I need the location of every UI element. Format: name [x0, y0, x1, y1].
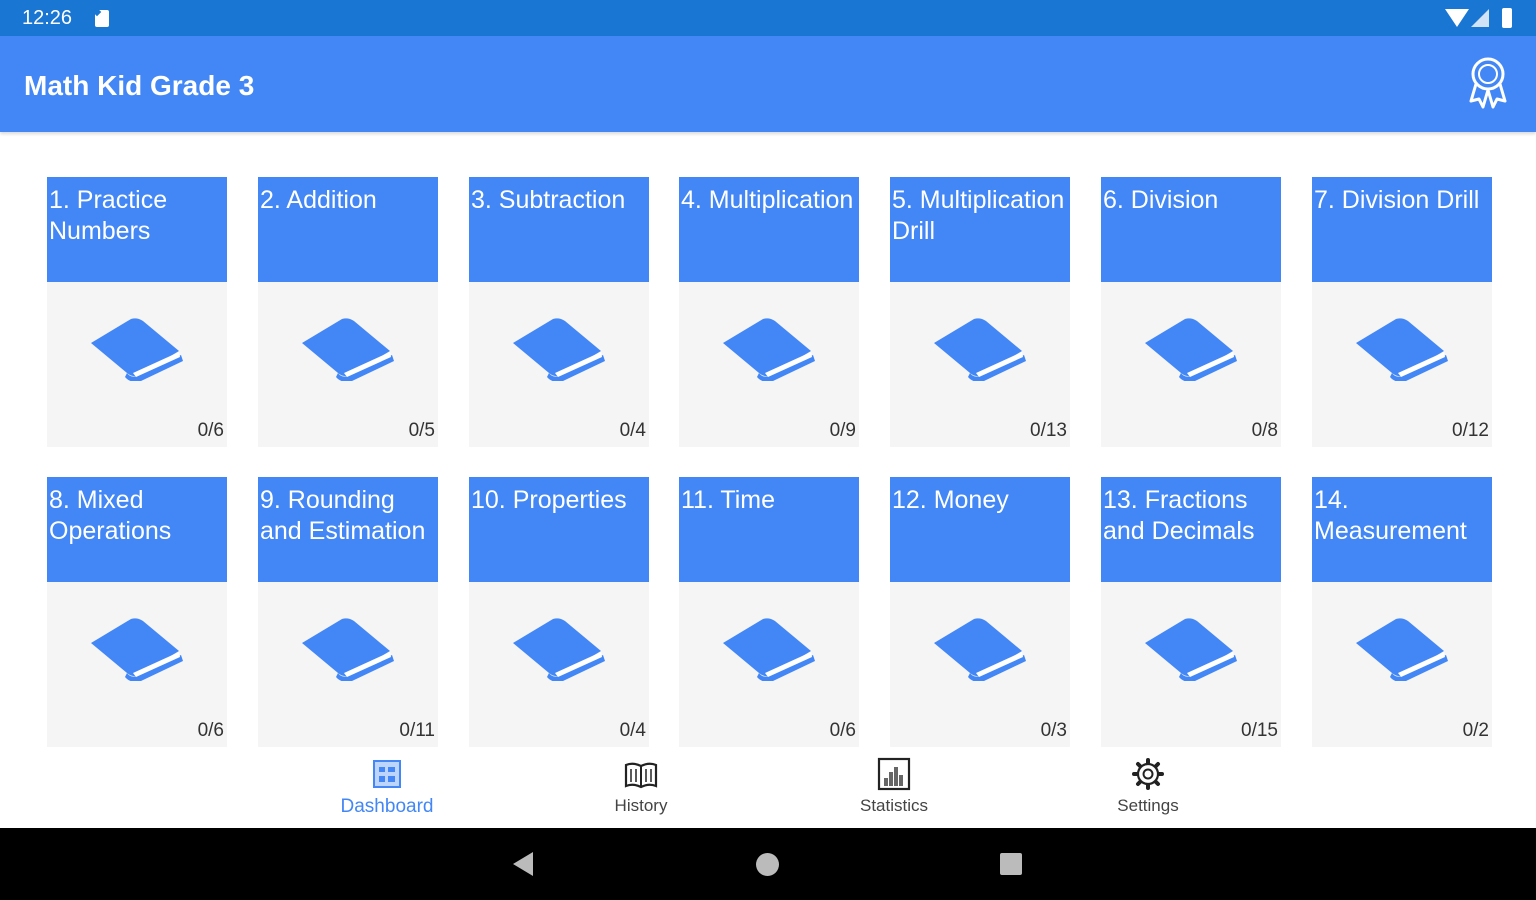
topic-card[interactable]: 6. Division 0/8: [1101, 177, 1281, 447]
topic-card[interactable]: 12. Money 0/3: [890, 477, 1070, 747]
topic-title: 6. Division: [1101, 177, 1281, 282]
nav-dashboard[interactable]: Dashboard: [307, 748, 467, 828]
topic-card[interactable]: 13. Fractions and Decimals 0/15: [1101, 477, 1281, 747]
topic-title: 9. Rounding and Estimation: [258, 477, 438, 582]
status-bar: 12:26: [0, 0, 1536, 36]
status-time: 12:26: [22, 7, 73, 29]
topic-progress: 0/5: [408, 420, 435, 441]
home-icon[interactable]: [756, 853, 779, 876]
back-icon[interactable]: [513, 852, 533, 876]
history-icon: [624, 762, 658, 789]
topic-title: 3. Subtraction: [469, 177, 649, 282]
topic-title: 4. Multiplication: [679, 177, 859, 282]
topic-progress: 0/8: [1251, 420, 1278, 441]
award-icon[interactable]: [1466, 56, 1510, 112]
book-icon: [723, 618, 815, 681]
topic-title: 5. Multiplication Drill: [890, 177, 1070, 282]
topic-title: 12. Money: [890, 477, 1070, 582]
book-icon: [934, 618, 1026, 681]
topic-card[interactable]: 5. Multiplication Drill 0/13: [890, 177, 1070, 447]
recents-icon[interactable]: [1000, 853, 1022, 875]
book-icon: [513, 618, 605, 681]
topic-card[interactable]: 2. Addition 0/5: [258, 177, 438, 447]
topic-title: 11. Time: [679, 477, 859, 582]
book-icon: [302, 618, 394, 681]
book-icon: [723, 318, 815, 381]
topic-title: 2. Addition: [258, 177, 438, 282]
topic-progress: 0/13: [1030, 420, 1067, 441]
topic-progress: 0/6: [829, 720, 856, 741]
signal-icon: [1471, 9, 1489, 27]
topic-progress: 0/4: [619, 420, 646, 441]
settings-icon: [1132, 758, 1164, 790]
topic-card[interactable]: 14. Measurement 0/2: [1312, 477, 1492, 747]
battery-icon: [1502, 8, 1512, 28]
topic-grid: 1. Practice Numbers 0/6 2. Addition 0/5 3. S…: [47, 177, 1492, 747]
book-icon: [934, 318, 1026, 381]
topic-card[interactable]: 4. Multiplication 0/9: [679, 177, 859, 447]
topic-progress: 0/4: [619, 720, 646, 741]
sd-card-icon: [95, 10, 109, 27]
topic-title: 7. Division Drill: [1312, 177, 1492, 282]
topic-progress: 0/11: [399, 720, 435, 741]
topic-title: 13. Fractions and Decimals: [1101, 477, 1281, 582]
dashboard-icon: [373, 760, 401, 788]
topic-title: 10. Properties: [469, 477, 649, 582]
topic-card[interactable]: 1. Practice Numbers 0/6: [47, 177, 227, 447]
nav-label-history: History: [614, 796, 668, 815]
topic-progress: 0/6: [197, 420, 224, 441]
book-icon: [1356, 318, 1448, 381]
system-nav-bar: [0, 828, 1536, 900]
nav-label-dashboard: Dashboard: [340, 796, 434, 817]
topic-card[interactable]: 7. Division Drill 0/12: [1312, 177, 1492, 447]
topic-title: 1. Practice Numbers: [47, 177, 227, 282]
topic-progress: 0/3: [1040, 720, 1067, 741]
topic-title: 8. Mixed Operations: [47, 477, 227, 582]
book-icon: [1356, 618, 1448, 681]
topic-title: 14. Measurement: [1312, 477, 1492, 582]
nav-label-settings: Settings: [1117, 796, 1179, 815]
nav-settings[interactable]: Settings: [1068, 748, 1228, 828]
topic-card[interactable]: 11. Time 0/6: [679, 477, 859, 747]
nav-statistics[interactable]: Statistics: [814, 748, 974, 828]
book-icon: [1145, 618, 1237, 681]
book-icon: [91, 618, 183, 681]
topic-progress: 0/12: [1452, 420, 1489, 441]
nav-history[interactable]: History: [561, 748, 721, 828]
nav-label-statistics: Statistics: [859, 796, 929, 815]
topic-progress: 0/9: [829, 420, 856, 441]
topic-card[interactable]: 3. Subtraction 0/4: [469, 177, 649, 447]
app-title: Math Kid Grade 3: [24, 70, 255, 101]
book-icon: [302, 318, 394, 381]
statistics-icon: [877, 757, 911, 791]
wifi-icon: [1445, 9, 1469, 27]
book-icon: [91, 318, 183, 381]
topic-card[interactable]: 9. Rounding and Estimation 0/11: [258, 477, 438, 747]
topic-card[interactable]: 8. Mixed Operations 0/6: [47, 477, 227, 747]
topic-progress: 0/15: [1241, 720, 1278, 741]
bottom-nav: Dashboard History Statistics Settings: [0, 748, 1536, 828]
topic-card[interactable]: 10. Properties 0/4: [469, 477, 649, 747]
topic-progress: 0/6: [197, 720, 224, 741]
book-icon: [513, 318, 605, 381]
app-bar: Math Kid Grade 3: [0, 36, 1536, 132]
topic-progress: 0/2: [1462, 720, 1489, 741]
book-icon: [1145, 318, 1237, 381]
